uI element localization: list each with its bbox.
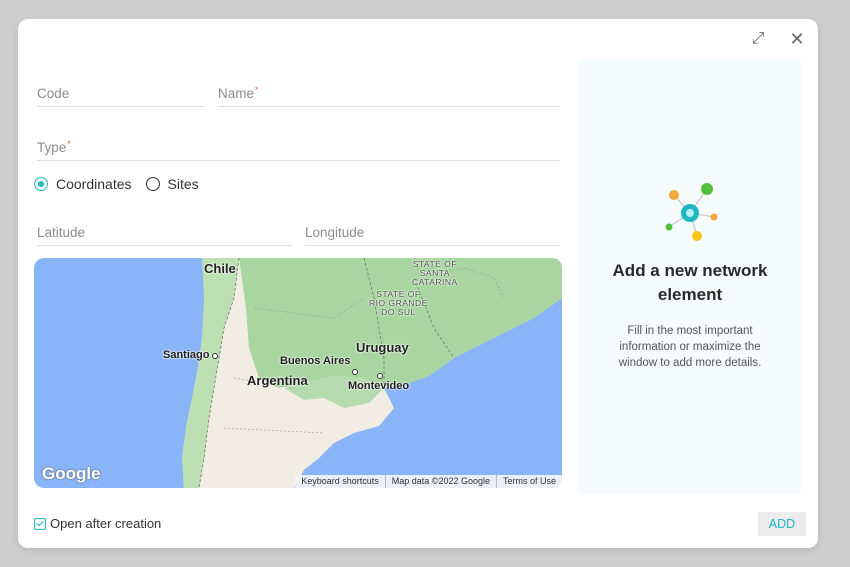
checkbox-checked-icon xyxy=(34,517,46,530)
map-label-chile: Chile xyxy=(204,261,236,276)
map-attribution: Keyboard shortcuts Map data ©2022 Google… xyxy=(295,475,562,488)
radio-sites[interactable]: Sites xyxy=(145,176,199,192)
add-button[interactable]: ADD xyxy=(758,512,806,536)
buenos-aires-marker xyxy=(352,369,358,375)
info-panel: Add a new network element Fill in the mo… xyxy=(578,59,802,494)
map-label-uruguay: Uruguay xyxy=(356,340,409,355)
radio-coordinates-label: Coordinates xyxy=(56,176,132,192)
type-label: Type xyxy=(37,140,67,155)
expand-icon[interactable]: ⤢ xyxy=(750,31,766,47)
radio-sites-label: Sites xyxy=(167,176,199,192)
open-after-creation-label: Open after creation xyxy=(50,516,162,531)
map-label-santiago: Santiago xyxy=(163,349,210,361)
new-network-element-dialog: ⤢ ✕ Code Name* Type* Coordinates Sites L… xyxy=(18,19,818,548)
close-icon[interactable]: ✕ xyxy=(789,30,805,48)
map-data-text: Map data ©2022 Google xyxy=(384,475,496,488)
location-mode-radio-group: Coordinates Sites xyxy=(34,176,213,192)
terms-of-use-link[interactable]: Terms of Use xyxy=(495,475,562,488)
code-field[interactable]: Code xyxy=(37,85,205,107)
map-label-argentina: Argentina xyxy=(247,373,308,388)
map-label-santa-catarina: STATE OF SANTA CATARINA xyxy=(412,259,458,287)
map-label-rio-grande: STATE OF RIO GRANDE DO SUL xyxy=(369,289,428,317)
latitude-field[interactable]: Latitude xyxy=(37,224,292,246)
name-field[interactable]: Name* xyxy=(218,85,560,107)
map-label-buenos-aires: Buenos Aires xyxy=(280,355,351,367)
type-field[interactable]: Type* xyxy=(37,139,560,161)
map-label-montevideo: Montevideo xyxy=(348,380,410,392)
required-mark: * xyxy=(255,85,259,95)
radio-coordinates[interactable]: Coordinates xyxy=(34,176,132,192)
panel-description: Fill in the most important information o… xyxy=(618,325,762,369)
keyboard-shortcuts-link[interactable]: Keyboard shortcuts xyxy=(295,475,385,488)
open-after-creation-checkbox[interactable]: Open after creation xyxy=(34,516,161,531)
santiago-marker xyxy=(212,353,218,359)
map-view[interactable]: Chile STATE OF SANTA CATARINA STATE OF RIO … xyxy=(34,258,562,488)
panel-title: Add a new network element xyxy=(612,261,768,304)
montevideo-marker xyxy=(377,373,383,379)
required-mark: * xyxy=(67,139,71,149)
longitude-label: Longitude xyxy=(305,225,365,240)
network-element-illustration xyxy=(665,183,718,241)
latitude-label: Latitude xyxy=(37,225,86,240)
radio-unselected-icon xyxy=(145,177,160,191)
radio-selected-icon xyxy=(34,177,48,191)
code-label: Code xyxy=(37,86,70,101)
name-label: Name xyxy=(218,86,255,101)
longitude-field[interactable]: Longitude xyxy=(305,224,560,246)
google-logo: Google xyxy=(42,464,101,483)
